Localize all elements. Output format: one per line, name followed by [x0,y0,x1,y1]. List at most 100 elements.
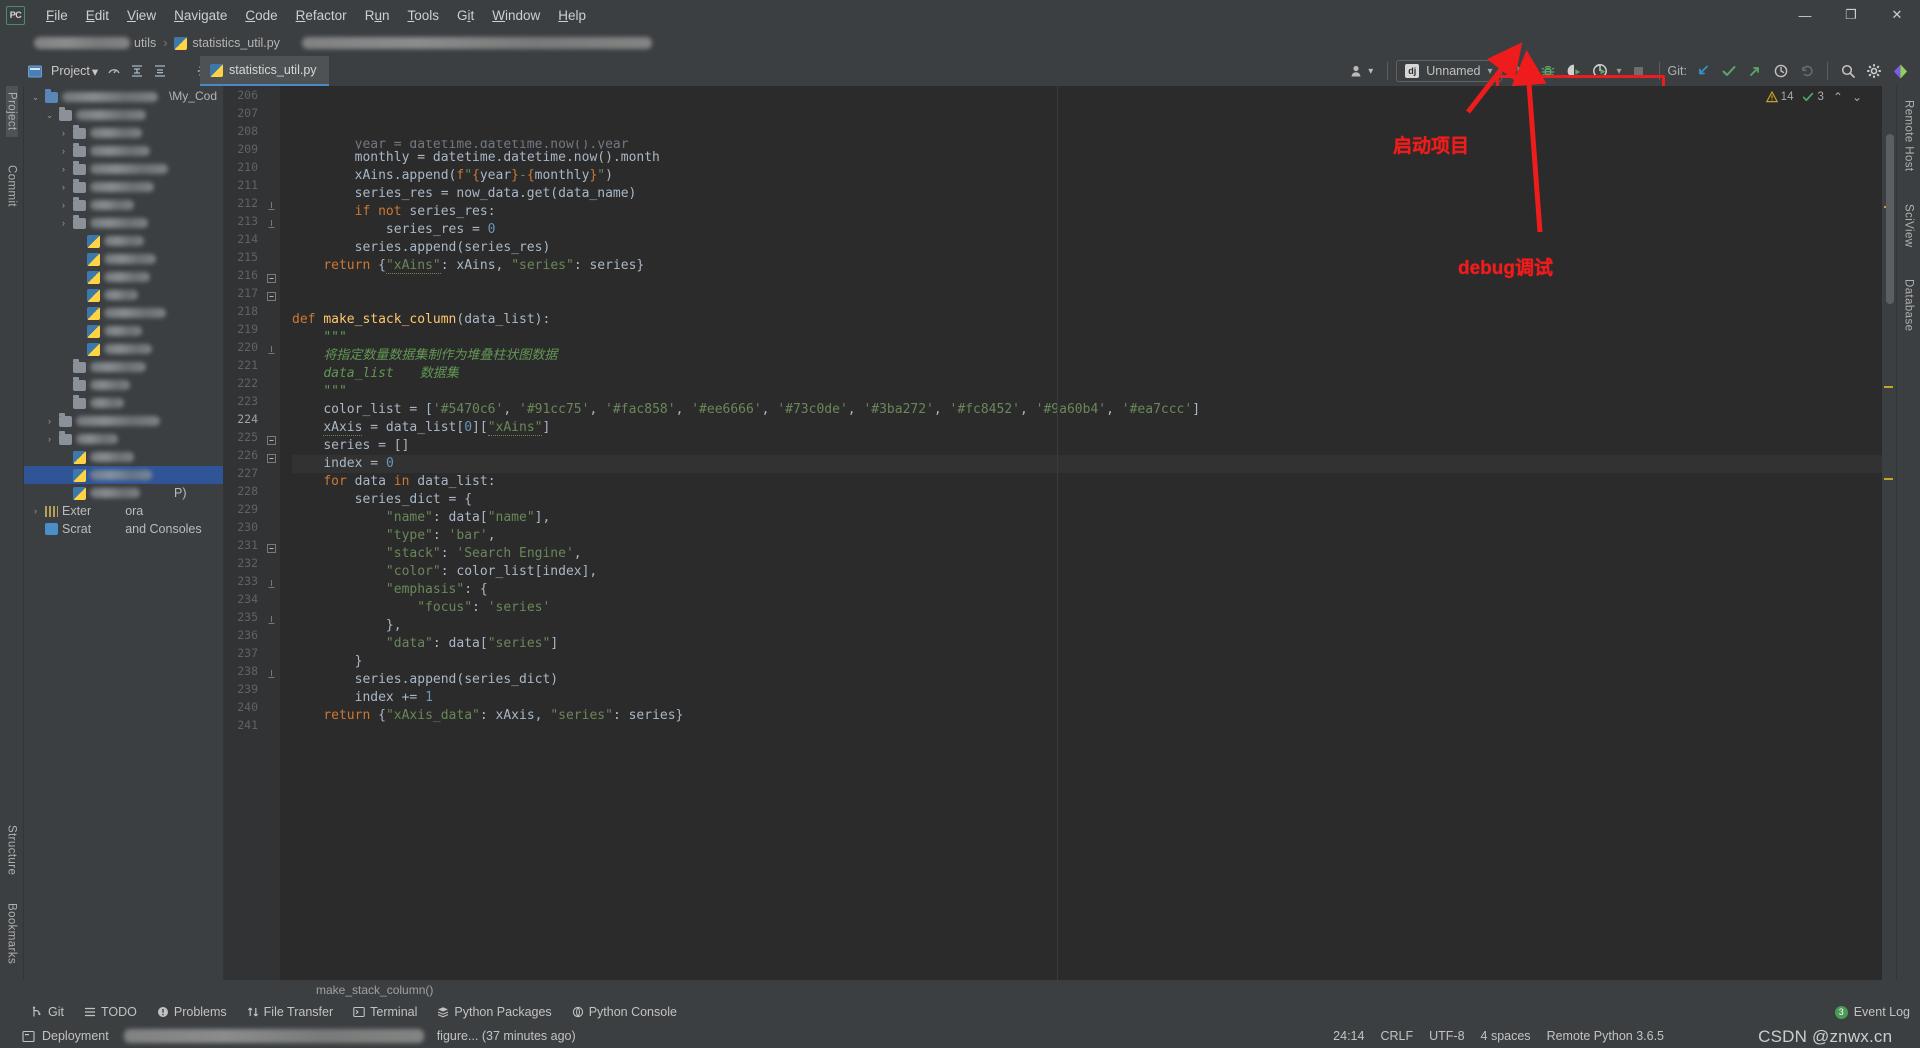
code-line[interactable]: if not series_res: [292,203,1882,221]
code-line[interactable]: xAxis = data_list[0]["xAins"] [292,419,1882,437]
tree-row[interactable] [24,466,223,484]
tree-row[interactable] [24,376,223,394]
settings-gear-icon[interactable] [1862,59,1886,83]
code-line[interactable]: "color": color_list[index], [292,563,1882,581]
menu-run[interactable]: Run [356,5,399,26]
toolwindow-python-console[interactable]: Python Console [563,1003,686,1021]
event-log-label[interactable]: Event Log [1854,1005,1910,1019]
fold-end-icon[interactable] [267,198,276,210]
fold-end-icon[interactable] [267,216,276,228]
menu-refactor[interactable]: Refactor [287,5,356,26]
code-line[interactable]: index += 1 [292,689,1882,707]
chevron-right-icon[interactable]: › [58,182,69,192]
code-line[interactable]: series.append(series_res) [292,239,1882,257]
tree-row[interactable]: › [24,412,223,430]
fold-end-icon[interactable] [267,666,276,678]
indent-indicator[interactable]: 4 spaces [1481,1029,1531,1043]
inspection-widget[interactable]: 14 3 ⌃ ⌄ [1765,90,1862,104]
code-line[interactable]: series_res = 0 [292,221,1882,239]
code-line[interactable]: index = 0 [292,455,1882,473]
menu-help[interactable]: Help [549,5,595,26]
account-button[interactable]: ▾ [1344,64,1379,78]
previous-problem-icon[interactable]: ⌃ [1833,90,1843,104]
next-problem-icon[interactable]: ⌄ [1852,90,1862,104]
project-view-icon[interactable] [28,65,42,78]
run-button[interactable] [1510,59,1534,83]
code-line[interactable]: } [292,653,1882,671]
tree-row[interactable] [24,394,223,412]
more-run-options-icon[interactable]: ▾ [1614,66,1625,77]
rail-item-sciview[interactable]: SciView [1903,198,1915,254]
tree-row[interactable] [24,358,223,376]
tree-row[interactable]: › [24,160,223,178]
search-icon[interactable] [1836,59,1860,83]
debug-button[interactable] [1536,59,1560,83]
fold-expand-icon[interactable] [267,432,276,445]
menu-git[interactable]: Git [448,5,483,26]
tree-row[interactable]: Scrat and Consoles [24,520,223,538]
tree-row[interactable]: › [24,142,223,160]
code-editor[interactable]: 206 207 208 209 210 211 212 213 214 215 216 217 218 2… [224,86,1896,980]
tree-row[interactable]: P) [24,484,223,502]
fold-expand-icon[interactable] [267,288,276,301]
chevron-right-icon[interactable]: › [44,416,55,426]
toolwindow-file-transfer[interactable]: File Transfer [238,1003,342,1021]
chevron-down-icon[interactable]: ⌄ [30,92,41,103]
code-line[interactable]: series_res = now_data.get(data_name) [292,185,1882,203]
code-line[interactable] [292,293,1882,311]
toolwindow-problems[interactable]: Problems [148,1003,236,1021]
code-line[interactable]: data_list 数据集 [292,365,1882,383]
fold-end-icon[interactable] [267,576,276,588]
python-interpreter-indicator[interactable]: Remote Python 3.6.5 [1547,1029,1664,1043]
chevron-right-icon[interactable]: › [44,434,55,444]
code-line[interactable]: "focus": 'series' [292,599,1882,617]
code-line[interactable]: xAins.append(f"{year}-{monthly}") [292,167,1882,185]
menu-file[interactable]: File [37,5,77,26]
editor-scrollbar-thumb[interactable] [1886,134,1894,304]
chevron-right-icon[interactable]: › [58,146,69,156]
tree-row[interactable] [24,322,223,340]
collapse-all-icon[interactable] [153,64,167,78]
coverage-button[interactable] [1562,59,1586,83]
code-line[interactable]: 将指定数量数据集制作为堆叠柱状图数据 [292,347,1882,365]
git-history-icon[interactable] [1769,59,1793,83]
line-separator-indicator[interactable]: CRLF [1380,1029,1413,1043]
code-line[interactable]: return {"xAxis_data": xAxis, "series": s… [292,707,1882,725]
close-button[interactable]: ✕ [1874,0,1920,30]
code-line[interactable] [292,725,1882,743]
chevron-right-icon[interactable]: › [58,200,69,210]
menu-navigate[interactable]: Navigate [165,5,236,26]
chevron-right-icon[interactable]: › [58,218,69,228]
menu-window[interactable]: Window [483,5,549,26]
chevron-right-icon[interactable]: › [58,128,69,138]
tree-row[interactable]: › [24,124,223,142]
tree-row[interactable]: › [24,214,223,232]
project-panel-title[interactable]: Project ▾ [51,64,98,79]
tree-row[interactable]: › [24,178,223,196]
fold-expand-icon[interactable] [267,540,276,553]
profile-button[interactable] [1588,59,1612,83]
caret-position[interactable]: 24:14 [1333,1029,1364,1043]
code-line[interactable]: "type": 'bar', [292,527,1882,545]
code-line[interactable]: series = [] [292,437,1882,455]
tree-row[interactable] [24,286,223,304]
tree-row[interactable]: ⌄ [24,106,223,124]
breadcrumb-file[interactable]: statistics_util.py [174,36,280,50]
rail-item-project[interactable]: Project [5,86,18,137]
git-update-project-icon[interactable] [1691,59,1715,83]
code-line[interactable] [292,275,1882,293]
editor-gutter[interactable]: 206 207 208 209 210 211 212 213 214 215 216 217 218 2… [224,86,280,980]
code-line[interactable]: """ [292,383,1882,401]
error-stripe-column[interactable] [1882,86,1896,980]
code-line[interactable]: year = datetime.datetime.now().year [292,140,1882,149]
code-line[interactable]: return {"xAins": xAins, "series": series… [292,257,1882,275]
menu-code[interactable]: Code [236,5,286,26]
chevron-right-icon[interactable]: › [58,164,69,174]
fold-expand-icon[interactable] [267,450,276,463]
menu-tools[interactable]: Tools [398,5,448,26]
code-line[interactable]: def make_stack_column(data_list): [292,311,1882,329]
rail-item-structure[interactable]: Structure [6,819,18,881]
tree-row[interactable]: › [24,430,223,448]
code-line[interactable]: "data": data["series"] [292,635,1882,653]
event-log-area[interactable]: 3 Event Log [1834,1005,1920,1019]
